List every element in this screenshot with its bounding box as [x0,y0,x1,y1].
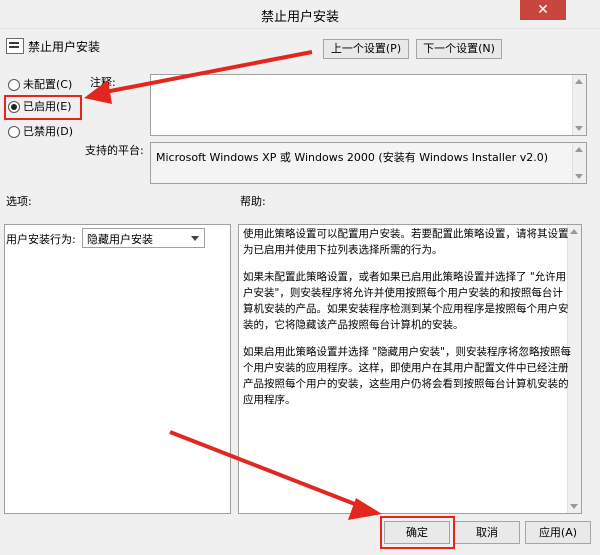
comment-scrollbar[interactable] [572,75,586,135]
comment-label: 注释: [90,76,116,89]
install-behavior-value: 隐藏用户安装 [87,233,153,246]
options-panel [4,224,231,514]
chevron-down-icon[interactable] [191,236,199,241]
platform-box: Microsoft Windows XP 或 Windows 2000 (安装有… [150,142,587,184]
platform-scrollbar[interactable] [572,143,586,183]
help-label: 帮助: [240,195,266,208]
window-title: 禁止用户安装 [260,10,339,25]
help-paragraph: 如果启用此策略设置并选择 "隐藏用户安装"，则安装程序将忽略按照每个用户安装的应… [243,346,571,406]
enabled-highlight-box [4,95,82,120]
radio-circle-icon[interactable] [8,126,20,138]
policy-icon [6,38,24,54]
platform-value: Microsoft Windows XP 或 Windows 2000 (安装有… [156,151,548,164]
close-button[interactable]: ✕ [520,0,566,20]
policy-name: 禁止用户安装 [28,40,101,54]
help-text: 使用此策略设置可以配置用户安装。若要配置此策略设置，请将其设置为已启用并使用下拉… [243,226,573,419]
help-paragraph: 如果未配置此策略设置，或者如果已启用此策略设置并选择了 "允许用户安装"，则安装… [243,271,569,331]
help-paragraph: 使用此策略设置可以配置用户安装。若要配置此策略设置，请将其设置为已启用并使用下拉… [243,228,569,256]
radio-label: 已禁用(D) [23,125,74,138]
radio-not-configured[interactable]: 未配置(C) [8,77,72,93]
previous-setting-button[interactable]: 上一个设置(P) [323,39,409,59]
options-label: 选项: [6,195,32,208]
install-behavior-label: 用户安装行为: [6,233,76,246]
radio-circle-icon[interactable] [8,79,20,91]
radio-label: 未配置(C) [23,78,73,91]
apply-button[interactable]: 应用(A) [525,521,591,544]
platform-label: 支持的平台: [85,144,144,157]
cancel-button[interactable]: 取消 [454,521,520,544]
next-setting-button[interactable]: 下一个设置(N) [416,39,502,59]
radio-disabled[interactable]: 已禁用(D) [8,124,73,140]
comment-textarea[interactable] [150,74,587,136]
ok-highlight-box [380,516,455,549]
install-behavior-select[interactable]: 隐藏用户安装 [82,228,205,248]
